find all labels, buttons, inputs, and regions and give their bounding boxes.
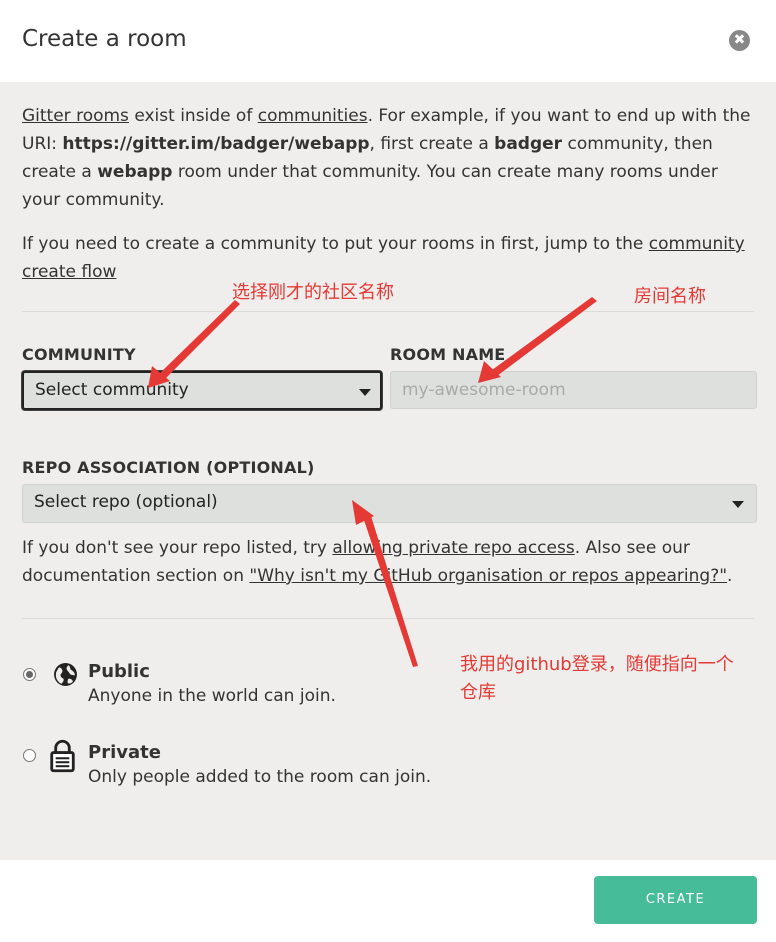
repo-help-text: If you don't see your repo listed, try a… [22,538,733,586]
globe-icon [54,663,77,686]
public-option-desc: Anyone in the world can join. [88,686,336,706]
create-button[interactable]: CREATE [594,876,757,924]
room-name-input[interactable]: my-awesome-room [390,371,757,409]
private-option-desc: Only people added to the room can join. [88,767,432,787]
chevron-down-icon [359,389,371,396]
public-option-title: Public [88,661,150,682]
repo-select[interactable]: Select repo (optional) [22,484,757,523]
intro-paragraph: Gitter rooms exist inside of communities… [22,106,751,210]
annotation-room-name: 房间名称 [634,286,706,307]
annotation-repo-line1: 我用的github登录，随便指向一个 [460,654,734,675]
repo-select-value: Select repo (optional) [34,492,218,512]
community-label: COMMUNITY [22,345,136,364]
community-select[interactable]: Select community [22,371,382,410]
lock-icon [50,739,75,773]
chevron-down-icon [732,501,744,508]
divider [22,618,754,619]
annotation-repo-line2: 仓库 [460,682,496,703]
dialog-header: Create a room ✖ [0,0,776,82]
annotation-community: 选择刚才的社区名称 [232,282,394,303]
communities-link[interactable]: communities [258,106,368,126]
dialog-title: Create a room [22,26,187,52]
repo-association-label: REPO ASSOCIATION (OPTIONAL) [22,458,315,477]
divider [22,311,754,312]
room-name-placeholder: my-awesome-room [402,380,566,400]
room-name-label: ROOM NAME [390,345,506,364]
private-repo-access-link[interactable]: allowing private repo access [332,538,574,558]
private-option-title: Private [88,742,161,763]
private-radio[interactable] [23,749,36,762]
gitter-rooms-link[interactable]: Gitter rooms [22,106,129,126]
example-uri: https://gitter.im/badger/webapp [62,134,370,154]
github-org-docs-link[interactable]: "Why isn't my GitHub organisation or rep… [249,566,727,586]
community-select-value: Select community [35,380,189,400]
close-icon[interactable]: ✖ [729,30,750,51]
public-radio[interactable] [23,668,36,681]
